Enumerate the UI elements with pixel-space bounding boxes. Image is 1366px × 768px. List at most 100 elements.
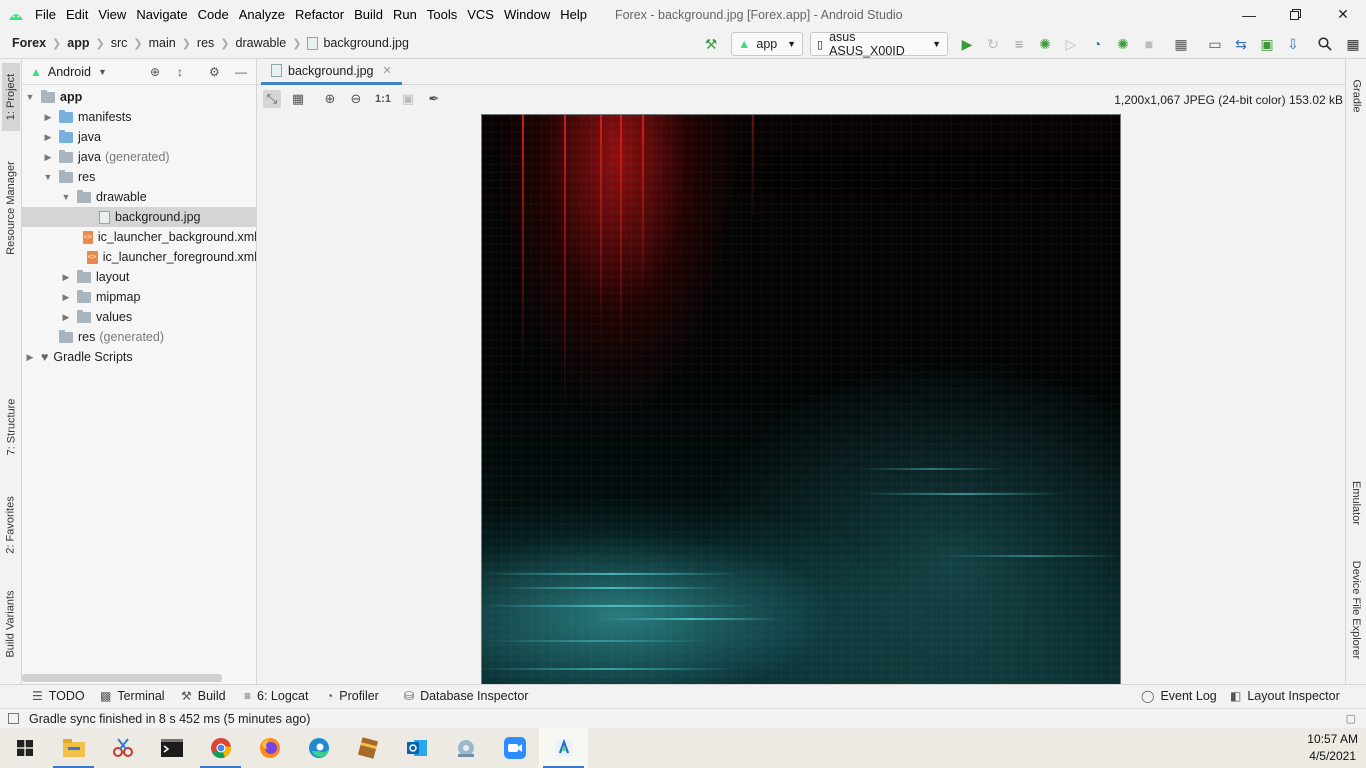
breadcrumb-forex[interactable]: Forex bbox=[12, 36, 46, 50]
tree-item-values[interactable]: ▶ values bbox=[22, 307, 256, 327]
tool-tab-build[interactable]: ⚒ Build bbox=[181, 689, 226, 703]
breadcrumb-app[interactable]: app bbox=[67, 36, 89, 50]
tree-item-drawable[interactable]: ▼ drawable bbox=[22, 187, 256, 207]
windows-start-icon[interactable] bbox=[0, 728, 49, 768]
menu-navigate[interactable]: Navigate bbox=[131, 0, 192, 29]
gear-icon[interactable]: ⚙ bbox=[209, 65, 220, 79]
debug-icon[interactable]: ✺ bbox=[1036, 35, 1054, 53]
menu-refactor[interactable]: Refactor bbox=[290, 0, 349, 29]
zoom-in-icon[interactable]: ⊕ bbox=[321, 90, 339, 108]
tool-tab-event-log[interactable]: ◯ Event Log bbox=[1141, 689, 1217, 703]
tool-tab-project[interactable]: 1: Project bbox=[2, 63, 20, 131]
hide-panel-icon[interactable]: — bbox=[235, 65, 247, 79]
tool-tab-terminal[interactable]: ▩ Terminal bbox=[100, 689, 165, 703]
snipping-tool-icon[interactable] bbox=[98, 728, 147, 768]
stop-icon[interactable]: ■ bbox=[1140, 35, 1158, 53]
menu-code[interactable]: Code bbox=[193, 0, 234, 29]
tool-tab-database-inspector[interactable]: ⛁ Database Inspector bbox=[404, 689, 528, 703]
sync-gradle-icon[interactable]: ⇆ bbox=[1232, 35, 1250, 53]
command-prompt-icon[interactable] bbox=[147, 728, 196, 768]
collapsed-arrow-icon[interactable]: ▶ bbox=[43, 132, 53, 143]
collapsed-arrow-icon[interactable]: ▶ bbox=[25, 352, 35, 363]
collapsed-arrow-icon[interactable]: ▶ bbox=[43, 112, 53, 123]
breadcrumb-src[interactable]: src bbox=[111, 36, 128, 50]
tool-tab-device-file-explorer[interactable]: Device File Explorer bbox=[1347, 553, 1366, 667]
horizontal-scrollbar[interactable] bbox=[22, 674, 222, 682]
menu-analyze[interactable]: Analyze bbox=[234, 0, 290, 29]
project-structure-icon[interactable]: ▦ bbox=[1172, 35, 1190, 53]
expanded-arrow-icon[interactable]: ▼ bbox=[25, 92, 35, 102]
tree-item-java-generated[interactable]: ▶ java (generated) bbox=[22, 147, 256, 167]
android-studio-taskbar-icon[interactable] bbox=[539, 728, 588, 768]
system-clock[interactable]: 10:57 AM 4/5/2021 bbox=[1307, 731, 1358, 765]
breadcrumb-drawable[interactable]: drawable bbox=[236, 36, 287, 50]
tool-tab-layout-inspector[interactable]: ◧ Layout Inspector bbox=[1230, 689, 1340, 703]
tree-item-ic-launcher-foreground[interactable]: <> ic_launcher_foreground.xml bbox=[22, 247, 256, 267]
chevron-down-icon[interactable]: ▼ bbox=[98, 67, 107, 77]
menu-window[interactable]: Window bbox=[499, 0, 555, 29]
tool-tab-logcat[interactable]: ≡ 6: Logcat bbox=[244, 689, 308, 703]
tool-tab-emulator[interactable]: Emulator bbox=[1347, 467, 1366, 539]
breadcrumb-main[interactable]: main bbox=[149, 36, 176, 50]
tree-item-java[interactable]: ▶ java bbox=[22, 127, 256, 147]
tree-item-ic-launcher-background[interactable]: <> ic_launcher_background.xml bbox=[22, 227, 256, 247]
edge-icon[interactable] bbox=[294, 728, 343, 768]
make-project-hammer-icon[interactable]: ⚒ bbox=[702, 35, 720, 53]
zoom-to-fit-icon[interactable]: ⤡ bbox=[263, 90, 281, 108]
tool-tab-gradle[interactable]: Gradle bbox=[1347, 65, 1366, 127]
color-picker-icon[interactable]: ✒ bbox=[425, 90, 443, 108]
actual-size-button[interactable]: 1:1 bbox=[373, 90, 393, 108]
menu-view[interactable]: View bbox=[93, 0, 131, 29]
run-icon[interactable]: ▶ bbox=[958, 35, 976, 53]
apply-changes-icon[interactable]: ↻ bbox=[984, 35, 1002, 53]
tool-tab-resource-manager[interactable]: Resource Manager bbox=[2, 149, 20, 267]
tool-tab-build-variants[interactable]: Build Variants bbox=[2, 579, 20, 669]
tool-tab-todo[interactable]: ☰ TODO bbox=[32, 689, 85, 703]
winrar-icon[interactable] bbox=[343, 728, 392, 768]
background-chessboard-icon[interactable]: ▣ bbox=[399, 90, 417, 108]
menu-file[interactable]: File bbox=[30, 0, 61, 29]
sdk-download-icon[interactable]: ⇩ bbox=[1284, 35, 1302, 53]
tree-item-background-jpg[interactable]: background.jpg bbox=[22, 207, 256, 227]
collapsed-arrow-icon[interactable]: ▶ bbox=[61, 312, 71, 323]
zoom-out-icon[interactable]: ⊖ bbox=[347, 90, 365, 108]
file-explorer-icon[interactable] bbox=[49, 728, 98, 768]
minimize-button[interactable]: — bbox=[1226, 0, 1272, 29]
collapsed-arrow-icon[interactable]: ▶ bbox=[61, 272, 71, 283]
grid-toggle-icon[interactable]: ▦ bbox=[289, 90, 307, 108]
network-settings-icon[interactable] bbox=[441, 728, 490, 768]
attach-debugger-icon[interactable]: ▷ bbox=[1062, 35, 1080, 53]
restore-button[interactable] bbox=[1272, 0, 1318, 29]
locate-target-icon[interactable]: ⊕ bbox=[150, 65, 160, 79]
collapsed-arrow-icon[interactable]: ▶ bbox=[61, 292, 71, 303]
tool-tab-profiler[interactable]: ◔ Profiler bbox=[326, 689, 379, 703]
breadcrumb-res[interactable]: res bbox=[197, 36, 214, 50]
menu-vcs[interactable]: VCS bbox=[462, 0, 499, 29]
editor-tab-background-jpg[interactable]: background.jpg ✕ bbox=[261, 59, 402, 85]
collapse-all-icon[interactable]: ↕ bbox=[177, 65, 183, 79]
sdk-manager-icon[interactable]: ▭ bbox=[1206, 35, 1224, 53]
settings-gear-icon[interactable]: ▦ bbox=[1344, 35, 1362, 53]
outlook-icon[interactable] bbox=[392, 728, 441, 768]
tree-item-mipmap[interactable]: ▶ mipmap bbox=[22, 287, 256, 307]
expanded-arrow-icon[interactable]: ▼ bbox=[43, 172, 53, 182]
tree-item-res[interactable]: ▼ res bbox=[22, 167, 256, 187]
tree-item-manifests[interactable]: ▶ manifests bbox=[22, 107, 256, 127]
zoom-icon[interactable] bbox=[490, 728, 539, 768]
profile-icon[interactable]: ◔ bbox=[1088, 35, 1106, 53]
lock-icon[interactable]: ▢ bbox=[1346, 712, 1356, 725]
close-window-button[interactable]: ✕ bbox=[1320, 0, 1366, 29]
firefox-icon[interactable] bbox=[245, 728, 294, 768]
tree-item-res-generated[interactable]: res (generated) bbox=[22, 327, 256, 347]
expanded-arrow-icon[interactable]: ▼ bbox=[61, 192, 71, 202]
project-view-mode[interactable]: Android bbox=[48, 65, 91, 79]
tree-item-gradle-scripts[interactable]: ▶ ♥ Gradle Scripts bbox=[22, 347, 256, 367]
search-icon[interactable] bbox=[1316, 35, 1334, 53]
avd-manager-icon[interactable]: ▣ bbox=[1258, 35, 1276, 53]
run-configuration-select[interactable]: ▲ app ▼ bbox=[731, 32, 803, 56]
menu-run[interactable]: Run bbox=[388, 0, 422, 29]
menu-tools[interactable]: Tools bbox=[422, 0, 462, 29]
status-toggle-icon[interactable] bbox=[8, 713, 19, 724]
breadcrumb-file[interactable]: background.jpg bbox=[323, 36, 408, 50]
tool-tab-favorites[interactable]: 2: Favorites bbox=[2, 485, 20, 565]
